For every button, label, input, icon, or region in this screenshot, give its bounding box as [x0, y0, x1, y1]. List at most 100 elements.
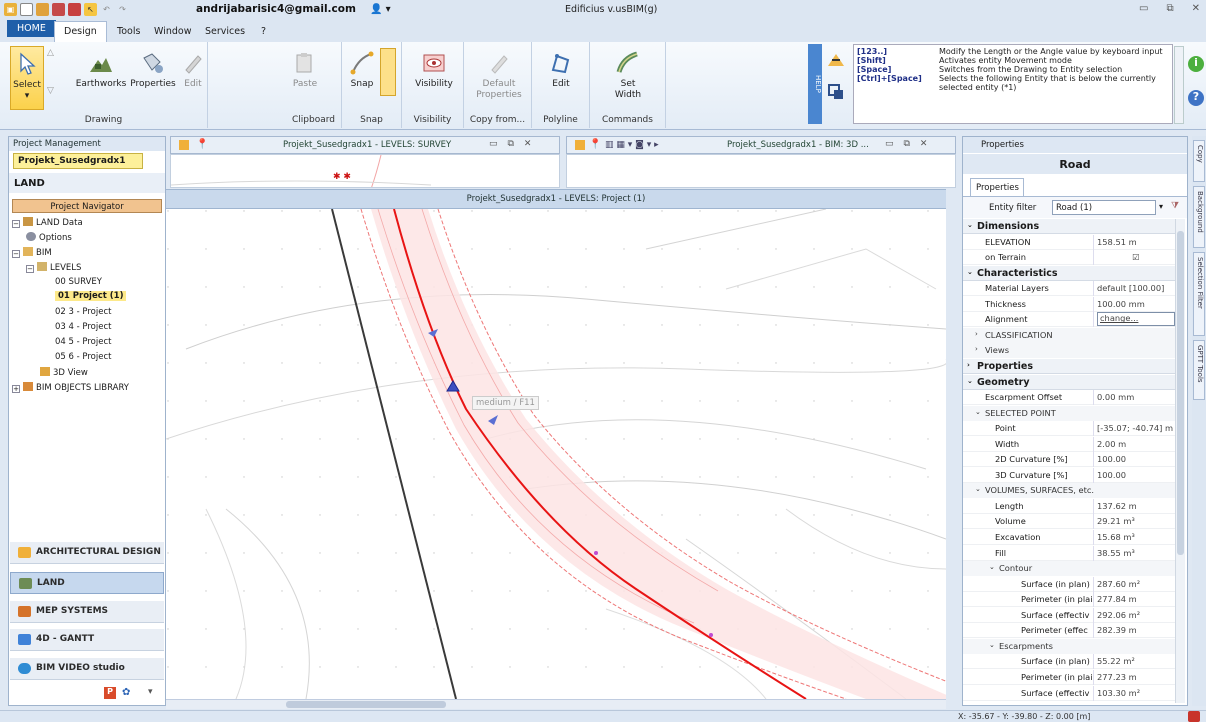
- tree-item-bim-objects-library[interactable]: + BIM OBJECTS LIBRARY: [12, 382, 129, 393]
- help-cursor-icon[interactable]: [826, 50, 846, 70]
- property-value[interactable]: ☑: [1097, 252, 1175, 262]
- tab-home[interactable]: HOME: [7, 20, 56, 37]
- tree-item-levels[interactable]: − LEVELS: [26, 262, 81, 273]
- user-icon[interactable]: 👤 ▾: [370, 4, 391, 15]
- restore-icon[interactable]: ⧉: [1166, 3, 1173, 14]
- tree-item-level[interactable]: 05 6 - Project: [55, 352, 111, 362]
- chevron-down-icon[interactable]: ⌄: [989, 563, 995, 571]
- layers-icon[interactable]: ▥ ▦ ▾ ◙ ▾ ▸: [605, 140, 659, 150]
- triangle-up-icon[interactable]: △: [47, 48, 54, 59]
- property-value[interactable]: 103.30 m²: [1097, 688, 1175, 698]
- collapse-icon[interactable]: −: [12, 250, 20, 258]
- tab-tools[interactable]: Tools: [108, 22, 149, 42]
- set-width-button[interactable]: Set Width: [612, 50, 644, 101]
- tab-design[interactable]: Design: [54, 21, 107, 42]
- minimize-icon[interactable]: ▭: [1139, 3, 1148, 14]
- close-icon[interactable]: ✕: [1192, 3, 1200, 14]
- property-value[interactable]: 15.68 m³: [1097, 532, 1175, 542]
- viewport-3d-canvas[interactable]: [566, 154, 956, 188]
- side-tab-copy[interactable]: Copy: [1193, 140, 1205, 182]
- chevron-right-icon[interactable]: ›: [967, 361, 970, 369]
- module-4d-gantt[interactable]: 4D - GANTT: [10, 629, 164, 651]
- scrollbar-thumb[interactable]: [286, 701, 446, 708]
- property-value[interactable]: 38.55 m³: [1097, 548, 1175, 558]
- property-value[interactable]: 100.00: [1097, 454, 1175, 464]
- select-button[interactable]: Select ▾: [10, 46, 44, 110]
- help-icon[interactable]: ?: [1188, 90, 1204, 106]
- help-scrollbar[interactable]: [1174, 46, 1184, 124]
- property-row[interactable]: Perimeter (effec 282.39 m: [963, 623, 1175, 639]
- tree-item-level[interactable]: 00 SURVEY: [55, 277, 102, 287]
- chevron-down-icon[interactable]: ⌄: [967, 268, 973, 276]
- property-row[interactable]: Alignment change...: [963, 312, 1175, 328]
- property-value[interactable]: 2.00 m: [1097, 439, 1175, 449]
- property-row[interactable]: ⌄ Characteristics: [963, 265, 1175, 281]
- property-row[interactable]: ⌄ VOLUMES, SURFACES, etc.: [963, 483, 1175, 499]
- pin-icon[interactable]: 📍: [196, 139, 208, 150]
- property-row[interactable]: Length 137.62 m: [963, 498, 1175, 514]
- tab-properties[interactable]: Properties: [970, 178, 1024, 196]
- property-row[interactable]: on Terrain ☑: [963, 250, 1175, 266]
- chevron-down-icon[interactable]: ▾: [1159, 202, 1163, 211]
- collapse-icon[interactable]: −: [26, 265, 34, 273]
- tree-item-level[interactable]: 02 3 - Project: [55, 307, 111, 317]
- entity-filter-select[interactable]: Road (1): [1052, 200, 1156, 215]
- chevron-right-icon[interactable]: ›: [975, 345, 978, 353]
- property-row[interactable]: Escarpment Offset 0.00 mm: [963, 390, 1175, 406]
- tree-item-3d-view[interactable]: 3D View: [40, 367, 88, 378]
- property-value[interactable]: 277.23 m: [1097, 672, 1175, 682]
- property-row[interactable]: 2D Curvature [%] 100.00: [963, 452, 1175, 468]
- visibility-button[interactable]: Visibility: [414, 50, 454, 90]
- viewport-controls[interactable]: ▭⧉✕: [489, 139, 541, 149]
- module-land[interactable]: LAND: [10, 572, 164, 594]
- property-row[interactable]: Surface (effectiv 292.06 m²: [963, 607, 1175, 623]
- property-value[interactable]: 277.84 m: [1097, 594, 1175, 604]
- scrollbar-thumb[interactable]: [1177, 231, 1184, 555]
- horizontal-scrollbar[interactable]: [166, 699, 946, 709]
- chevron-down-icon[interactable]: ▾: [148, 687, 153, 697]
- chevron-down-icon[interactable]: ⌄: [967, 221, 973, 229]
- property-row[interactable]: ⌄ Dimensions: [963, 219, 1175, 234]
- properties-scrollbar[interactable]: [1175, 219, 1185, 703]
- plugins-icon[interactable]: ✿: [122, 687, 136, 699]
- expand-icon[interactable]: +: [12, 385, 20, 393]
- property-row[interactable]: Perimeter (in plai 277.84 m: [963, 592, 1175, 608]
- project-navigator-button[interactable]: Project Navigator: [12, 199, 162, 213]
- property-row[interactable]: Material Layers default [100.00]: [963, 281, 1175, 297]
- property-row[interactable]: › Properties: [963, 358, 1175, 374]
- side-tab-background[interactable]: Background: [1193, 186, 1205, 248]
- property-row[interactable]: 3D Curvature [%] 100.00: [963, 467, 1175, 483]
- app-menu-icon[interactable]: ▣: [4, 3, 17, 16]
- module-mep-systems[interactable]: MEP SYSTEMS: [10, 601, 164, 623]
- polyline-edit-button[interactable]: Edit: [546, 50, 576, 90]
- chevron-down-icon[interactable]: ⌄: [975, 408, 981, 416]
- p-badge-icon[interactable]: P: [104, 687, 116, 699]
- tree-item-bim[interactable]: − BIM: [12, 247, 52, 258]
- side-tab-selection-filter[interactable]: Selection Filter: [1193, 252, 1205, 336]
- chevron-down-icon[interactable]: ⌄: [989, 641, 995, 649]
- property-value[interactable]: 287.60 m²: [1097, 579, 1175, 589]
- print-icon[interactable]: [68, 3, 81, 16]
- tab-help[interactable]: ?: [252, 22, 275, 42]
- snap-button[interactable]: Snap: [346, 50, 378, 90]
- property-row[interactable]: Width 2.00 m: [963, 436, 1175, 452]
- property-row[interactable]: ⌄ Escarpments: [963, 638, 1175, 654]
- open-folder-icon[interactable]: [36, 3, 49, 16]
- redo-icon[interactable]: ↷: [116, 3, 129, 16]
- property-row[interactable]: Surface (in plan) 55.22 m²: [963, 654, 1175, 670]
- module-bim-video-studio[interactable]: BIM VIDEO studio: [10, 658, 164, 680]
- filter-icon[interactable]: ⧩: [1171, 201, 1179, 211]
- help-strip[interactable]: HELP: [808, 44, 822, 124]
- property-value[interactable]: 0.00 mm: [1097, 392, 1175, 402]
- property-row[interactable]: Surface (effectiv 103.30 m²: [963, 685, 1175, 701]
- property-row[interactable]: Excavation 15.68 m³: [963, 530, 1175, 545]
- edit-button[interactable]: Edit: [182, 50, 204, 90]
- viewport-controls[interactable]: ▭⧉✕: [885, 139, 937, 149]
- tree-item-level[interactable]: 03 4 - Project: [55, 322, 111, 332]
- tree-item-options[interactable]: Options: [26, 232, 72, 243]
- viewport-survey-canvas[interactable]: ✱ ✱: [170, 154, 560, 188]
- chevron-down-icon[interactable]: ⌄: [967, 377, 973, 385]
- property-row[interactable]: › CLASSIFICATION: [963, 327, 1175, 343]
- info-icon[interactable]: i: [1188, 56, 1204, 72]
- property-row[interactable]: ⌄ Contour: [963, 561, 1175, 577]
